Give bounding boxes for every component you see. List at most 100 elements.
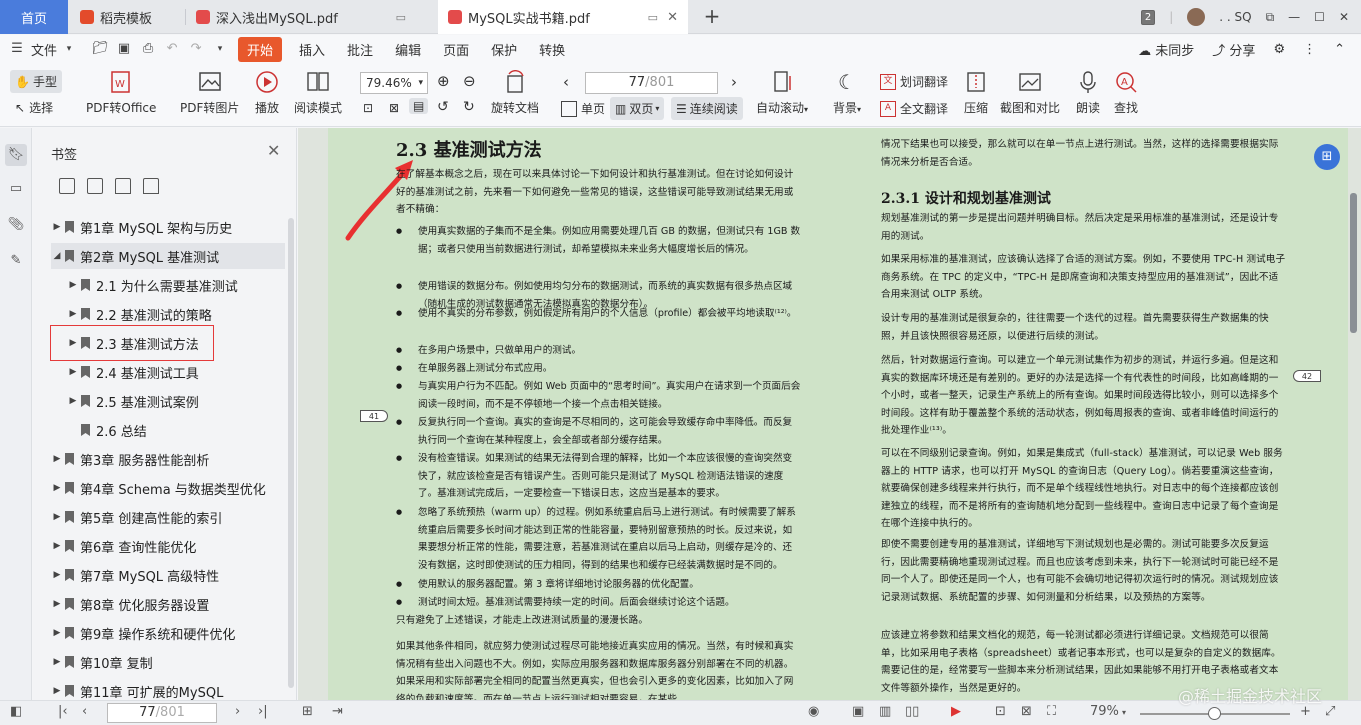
word-translate-button[interactable]: 文划词翻译	[880, 73, 948, 90]
export-icon[interactable]: ⇥	[332, 704, 343, 719]
monitor-icon[interactable]: ▭	[396, 11, 406, 24]
print-icon[interactable]: ⎙	[139, 40, 157, 58]
monitor-icon[interactable]: ▭	[648, 11, 658, 24]
double-page-icon[interactable]: ▥	[879, 704, 891, 719]
bookmark-item[interactable]: ▶ 第4章 Schema 与数据类型优化	[51, 475, 285, 501]
bookmark-item[interactable]: 2.6 总结	[51, 417, 285, 443]
chevron-right-icon[interactable]: ▶	[51, 570, 63, 580]
menu-start[interactable]: 开始	[238, 36, 283, 62]
bookmark-icon[interactable]	[115, 178, 131, 194]
bookmark-item[interactable]: ◢ 第2章 MySQL 基准测试	[51, 243, 285, 269]
menu-protect[interactable]: 保护	[480, 40, 528, 59]
menu-convert[interactable]: 转换	[528, 40, 576, 59]
fullscreen-icon[interactable]: ⛶	[1047, 704, 1056, 719]
expand-icon[interactable]: ⤢	[1325, 704, 1335, 719]
tab-pdf-1[interactable]: 深入浅出MySQL.pdf ▭	[186, 0, 436, 34]
more-menu-icon[interactable]: ⋮	[1303, 42, 1316, 57]
status-page-input[interactable]: 77/801	[107, 703, 217, 723]
screenshot-compare-button[interactable]: 截图和对比	[1000, 69, 1060, 116]
new-tab-button[interactable]: +	[700, 5, 724, 29]
floating-tool-button[interactable]: ⊞	[1314, 144, 1340, 170]
chevron-right-icon[interactable]: ▶	[51, 686, 63, 696]
bookmark-item[interactable]: ▶ 第8章 优化服务器设置	[51, 591, 285, 617]
chevron-down-icon[interactable]: ▾	[1122, 708, 1126, 717]
close-tab-icon[interactable]: ✕	[667, 10, 678, 25]
maximize-icon[interactable]: ☐	[1314, 10, 1325, 24]
save-icon[interactable]: ▣	[115, 40, 133, 58]
book-view-icon[interactable]: ▯▯	[905, 704, 919, 719]
chevron-right-icon[interactable]: ▶	[51, 599, 63, 609]
chevron-right-icon[interactable]: ▶	[51, 541, 63, 551]
rotate-right-icon[interactable]: ↻	[463, 99, 475, 115]
signature-icon[interactable]: ✎	[5, 250, 27, 272]
read-aloud-button[interactable]: 朗读	[1074, 69, 1102, 116]
add-page-icon[interactable]: ⊞	[302, 704, 313, 719]
bookmark-item[interactable]: ▶ 第6章 查询性能优化	[51, 533, 285, 559]
chevron-right-icon[interactable]: ▶	[67, 309, 79, 319]
chevron-right-icon[interactable]: ▶	[51, 454, 63, 464]
chevron-right-icon[interactable]: ▶	[51, 657, 63, 667]
tab-templates[interactable]: 稻壳模板	[70, 0, 185, 34]
document-view[interactable]: 2.3 基准测试方法 在了解基本概念之后，现在可以来具体讨论一下如何设计和执行基…	[298, 128, 1361, 700]
avatar[interactable]	[1187, 8, 1206, 26]
rotate-doc-button[interactable]: 旋转文档	[491, 69, 539, 116]
bookmark-panel-icon[interactable]: 🔖︎	[5, 144, 27, 166]
share-button[interactable]: ⤴ 分享	[1212, 40, 1255, 59]
single-page-icon[interactable]: ▣	[852, 704, 864, 719]
scrollbar[interactable]	[288, 218, 294, 688]
auto-scroll-button[interactable]: 自动滚动▾	[756, 69, 808, 116]
compress-button[interactable]: 压缩	[962, 69, 990, 116]
add-bookmark-icon[interactable]	[59, 178, 75, 194]
chevron-down-icon[interactable]: ▾	[804, 105, 808, 114]
redo-icon[interactable]: ↷	[187, 40, 205, 58]
settings-icon[interactable]: ⚙	[1273, 42, 1285, 57]
fit-width-icon[interactable]: ⊠	[1021, 704, 1032, 719]
last-page-icon[interactable]: ›|	[258, 704, 268, 719]
window-count-badge[interactable]: 2	[1140, 9, 1156, 25]
minimize-icon[interactable]: —	[1288, 10, 1300, 24]
sidebar-toggle-icon[interactable]: ◧	[10, 704, 22, 719]
select-tool-button[interactable]: ↖ 选择	[15, 99, 53, 116]
hamburger-icon[interactable]: ☰	[8, 40, 26, 58]
read-mode-button[interactable]: 阅读模式	[294, 69, 342, 116]
chevron-down-icon[interactable]: ▾	[655, 104, 659, 113]
chevron-down-icon[interactable]: ▾	[60, 40, 78, 58]
bookmark-item[interactable]: ▶ 2.2 基准测试的策略	[51, 301, 285, 327]
background-button[interactable]: ☾ 背景▾	[833, 69, 861, 116]
bookmark-outline-icon[interactable]	[143, 178, 159, 194]
attachment-icon[interactable]: 📎︎	[5, 214, 27, 236]
prev-page-icon[interactable]: ‹	[563, 73, 569, 91]
vertical-scrollbar[interactable]	[1350, 193, 1357, 333]
chevron-right-icon[interactable]: ▶	[67, 367, 79, 377]
eye-icon[interactable]: ◉	[808, 704, 819, 719]
menu-page[interactable]: 页面	[432, 40, 480, 59]
prev-page-icon[interactable]: ‹	[82, 704, 87, 719]
thumbnail-icon[interactable]: ▭	[5, 178, 27, 200]
fit-width-icon[interactable]: ▤	[409, 98, 429, 114]
pdf-to-image-button[interactable]: PDF转图片	[180, 69, 239, 116]
next-page-icon[interactable]: ›	[731, 73, 737, 91]
pdf-to-office-button[interactable]: W PDF转Office	[86, 69, 156, 116]
bookmark-item[interactable]: ▶ 2.4 基准测试工具	[51, 359, 285, 385]
chevron-right-icon[interactable]: ▶	[51, 628, 63, 638]
double-page-button[interactable]: ▥ 双页 ▾	[610, 97, 665, 120]
bookmark-item[interactable]: ▶ 第1章 MySQL 架构与历史	[51, 214, 285, 240]
zoom-out-icon[interactable]: ⊖	[463, 72, 476, 90]
menu-insert[interactable]: 插入	[288, 40, 336, 59]
sync-button[interactable]: ☁︎ 未同步	[1138, 40, 1194, 59]
chevron-down-icon[interactable]: ▾	[418, 73, 423, 93]
next-page-icon[interactable]: ›	[235, 704, 240, 719]
zoom-level[interactable]: 79%	[1090, 704, 1119, 719]
zoom-input[interactable]: 79.46% ▾	[360, 72, 428, 94]
actual-size-icon[interactable]: ⊡	[363, 101, 373, 115]
bookmark-item[interactable]: ▶ 第7章 MySQL 高级特性	[51, 562, 285, 588]
more-icon[interactable]: ▾	[211, 40, 229, 58]
fit-icon[interactable]: ⊡	[995, 704, 1006, 719]
bookmark-item[interactable]: ▶ 第11章 可扩展的MySQL	[51, 678, 285, 700]
bookmark-item[interactable]: ▶ 第3章 服务器性能剖析	[51, 446, 285, 472]
bookmark-item[interactable]: ▶ 2.1 为什么需要基准测试	[51, 272, 285, 298]
play-button[interactable]: 播放	[253, 69, 281, 116]
full-translate-button[interactable]: A 全文翻译	[880, 100, 948, 117]
collapse-ribbon-icon[interactable]: ⌃	[1334, 42, 1345, 57]
close-icon[interactable]: ✕	[267, 141, 280, 160]
